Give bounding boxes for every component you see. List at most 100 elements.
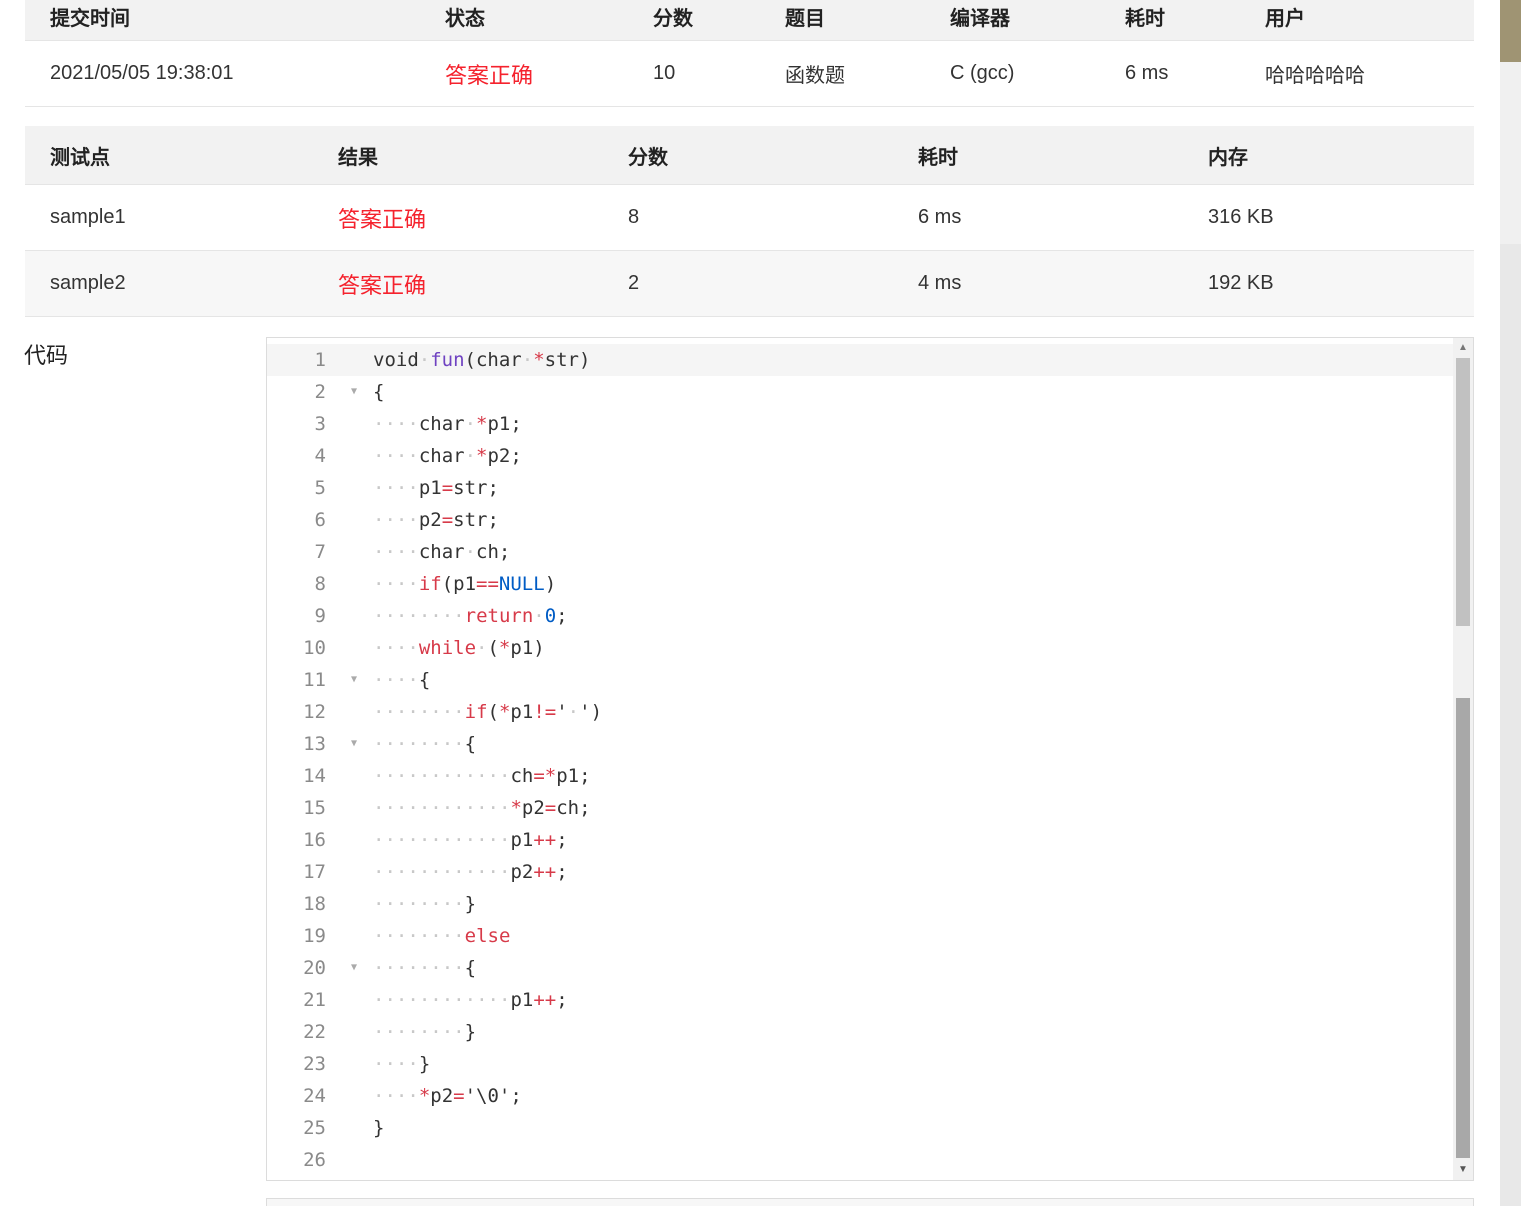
code-text: ····while·(*p1) [373, 637, 545, 659]
line-number: 3 [314, 413, 326, 435]
header-status: 状态 [445, 7, 485, 30]
code-line[interactable]: 3 ····char·*p1; [267, 408, 1453, 440]
testcase-result: 答案正确 [338, 206, 427, 232]
problem-link[interactable]: 函数题 [785, 41, 845, 106]
code-text: ············*p2=ch; [373, 797, 591, 819]
scroll-down-icon[interactable]: ▼ [1453, 1160, 1473, 1180]
line-number: 9 [314, 605, 326, 627]
header-compiler: 编译器 [950, 7, 1010, 30]
line-number: 2 [314, 381, 326, 403]
header-tc-score: 分数 [628, 146, 668, 169]
code-text: ····p2=str; [373, 509, 499, 531]
line-number: 7 [314, 541, 326, 563]
code-text: ····char·*p2; [373, 445, 522, 467]
code-text: ············ch=*p1; [373, 765, 591, 787]
line-number: 21 [303, 989, 326, 1011]
code-line[interactable]: 5 ····p1=str; [267, 472, 1453, 504]
code-line[interactable]: 13 ▼ ········{ [267, 728, 1453, 760]
header-score: 分数 [653, 7, 693, 30]
testcase-result: 答案正确 [338, 272, 427, 298]
header-submit-time: 提交时间 [50, 7, 130, 30]
line-number: 8 [314, 573, 326, 595]
header-testcase: 测试点 [50, 146, 110, 169]
code-text: { [373, 381, 385, 403]
code-text: ····if(p1==NULL) [373, 573, 557, 595]
line-number: 16 [303, 829, 326, 851]
line-number: 22 [303, 1021, 326, 1043]
code-line[interactable]: 6 ····p2=str; [267, 504, 1453, 536]
submit-time: 2021/05/05 19:38:01 [50, 62, 234, 84]
editor-scrollbar[interactable]: ▲ ▼ [1453, 338, 1473, 1180]
line-number: 4 [314, 445, 326, 467]
testcase-time: 6 ms [918, 206, 962, 228]
code-text: ········{ [373, 957, 477, 979]
code-line[interactable]: 10 ····while·(*p1) [267, 632, 1453, 664]
line-number: 26 [303, 1149, 326, 1171]
line-number: 17 [303, 861, 326, 883]
testcase-score: 2 [628, 272, 640, 294]
code-line[interactable]: 26 [267, 1144, 1453, 1176]
header-memory: 内存 [1208, 146, 1248, 169]
code-text: ············p1++; [373, 989, 568, 1011]
code-line[interactable]: 19 ········else [267, 920, 1453, 952]
code-line[interactable]: 7 ····char·ch; [267, 536, 1453, 568]
page-scrollbar-track-light [1500, 62, 1521, 244]
line-number: 11 [303, 669, 326, 691]
editor-scrollbar-thumb[interactable] [1456, 358, 1470, 626]
line-number: 18 [303, 893, 326, 915]
fold-arrow-icon[interactable]: ▼ [351, 952, 357, 984]
testcase-header-row: 测试点 结果 分数 耗时 内存 [25, 126, 1474, 185]
code-line[interactable]: 9 ········return·0; [267, 600, 1453, 632]
next-section-box [266, 1198, 1474, 1206]
fold-arrow-icon[interactable]: ▼ [351, 376, 357, 408]
code-line[interactable]: 15 ············*p2=ch; [267, 792, 1453, 824]
code-line[interactable]: 12 ········if(*p1!='·') [267, 696, 1453, 728]
code-line[interactable]: 1 void·fun(char·*str) [267, 344, 1453, 376]
code-line[interactable]: 22 ········} [267, 1016, 1453, 1048]
editor-scrollbar-thumb-secondary[interactable] [1456, 698, 1470, 1158]
code-line[interactable]: 16 ············p1++; [267, 824, 1453, 856]
code-line[interactable]: 4 ····char·*p2; [267, 440, 1453, 472]
code-line[interactable]: 17 ············p2++; [267, 856, 1453, 888]
code-line[interactable]: 24 ····*p2='\0'; [267, 1080, 1453, 1112]
header-result: 结果 [338, 146, 378, 169]
testcase-name: sample1 [50, 206, 126, 228]
page-scrollbar-thumb-top[interactable] [1500, 0, 1521, 62]
scroll-up-icon[interactable]: ▲ [1453, 338, 1473, 358]
code-text: ············p1++; [373, 829, 568, 851]
code-text: ····{ [373, 669, 431, 691]
code-editor[interactable]: 1 void·fun(char·*str) 2 ▼ {3 ····char·*p1; 4 ··… [266, 337, 1474, 1181]
code-line[interactable]: 2 ▼ { [267, 376, 1453, 408]
line-number: 25 [303, 1117, 326, 1139]
user-link[interactable]: 哈哈哈哈哈 [1265, 41, 1365, 106]
testcase-row: sample1 答案正确 8 6 ms 316 KB [25, 185, 1474, 251]
code-text: ············p2++; [373, 861, 568, 883]
code-text: } [373, 1117, 385, 1139]
line-number: 23 [303, 1053, 326, 1075]
code-text: ········{ [373, 733, 477, 755]
page-scrollbar[interactable] [1500, 0, 1521, 1206]
code-line[interactable]: 20 ▼ ········{ [267, 952, 1453, 984]
line-number: 6 [314, 509, 326, 531]
line-number: 20 [303, 957, 326, 979]
fold-arrow-icon[interactable]: ▼ [351, 664, 357, 696]
testcase-name: sample2 [50, 272, 126, 294]
line-number: 13 [303, 733, 326, 755]
code-line[interactable]: 18 ········} [267, 888, 1453, 920]
code-line[interactable]: 8 ····if(p1==NULL) [267, 568, 1453, 600]
line-number: 24 [303, 1085, 326, 1107]
header-problem: 题目 [785, 7, 825, 30]
code-line[interactable]: 14 ············ch=*p1; [267, 760, 1453, 792]
header-time: 耗时 [1125, 7, 1165, 30]
fold-arrow-icon[interactable]: ▼ [351, 728, 357, 760]
line-number: 14 [303, 765, 326, 787]
code-text: void·fun(char·*str) [373, 349, 591, 371]
code-label: 代码 [24, 343, 69, 368]
code-line[interactable]: 25} [267, 1112, 1453, 1144]
submission-header-row: 提交时间 状态 分数 题目 编译器 耗时 用户 [25, 0, 1474, 41]
code-line[interactable]: 21 ············p1++; [267, 984, 1453, 1016]
code-text: ········else [373, 925, 511, 947]
testcase-time: 4 ms [918, 272, 962, 294]
code-line[interactable]: 11 ▼ ····{ [267, 664, 1453, 696]
code-line[interactable]: 23 ····} [267, 1048, 1453, 1080]
